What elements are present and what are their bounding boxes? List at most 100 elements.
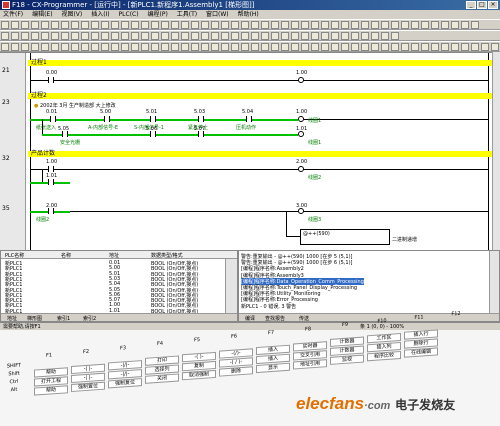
- toolbar-button[interactable]: [461, 21, 469, 29]
- toolbar-button[interactable]: [361, 21, 369, 29]
- toolbar-button[interactable]: [241, 43, 249, 51]
- toolbar-button[interactable]: [11, 32, 19, 40]
- contact[interactable]: [48, 166, 54, 172]
- toolbar-button[interactable]: [381, 21, 389, 29]
- toolbar-button[interactable]: [241, 32, 249, 40]
- toolbar-button[interactable]: [341, 32, 349, 40]
- column-header[interactable]: 地址: [109, 252, 119, 259]
- menu-plc[interactable]: PLC(C): [119, 11, 139, 18]
- toolbar-button[interactable]: [31, 43, 39, 51]
- toolbar-button[interactable]: [471, 43, 479, 51]
- toolbar-button[interactable]: [101, 32, 109, 40]
- toolbar-button[interactable]: [271, 32, 279, 40]
- toolbar-button[interactable]: [61, 21, 69, 29]
- ladder-editor[interactable]: 21 23 32 35 过程1 0.00 1.00 过程2 ● 2002年 3月…: [0, 52, 500, 251]
- toolbar-button[interactable]: [391, 43, 399, 51]
- close-button[interactable]: ×: [488, 1, 498, 9]
- toolbar-button[interactable]: [131, 32, 139, 40]
- toolbar-button[interactable]: [51, 21, 59, 29]
- toolbar-button[interactable]: [211, 43, 219, 51]
- toolbar-button[interactable]: [31, 32, 39, 40]
- toolbar-button[interactable]: [121, 21, 129, 29]
- toolbar-button[interactable]: [61, 32, 69, 40]
- toolbar-button[interactable]: [161, 43, 169, 51]
- menu-tools[interactable]: 工具(T): [177, 11, 197, 18]
- toolbar-button[interactable]: [21, 43, 29, 51]
- toolbar-button[interactable]: [221, 21, 229, 29]
- toolbar-button[interactable]: [481, 43, 489, 51]
- toolbar-button[interactable]: [451, 21, 459, 29]
- toolbar-button[interactable]: [91, 43, 99, 51]
- toolbar-button[interactable]: [421, 43, 429, 51]
- table-row[interactable]: 新PLC1 5.04 BOOL (On/Off,接点): [1, 281, 223, 288]
- tab-index-2[interactable]: 索引2: [83, 315, 96, 322]
- toolbar-button[interactable]: [141, 21, 149, 29]
- toolbar-button[interactable]: [111, 32, 119, 40]
- toolbar-button[interactable]: [181, 43, 189, 51]
- toolbar-button[interactable]: [251, 21, 259, 29]
- output-coil[interactable]: [298, 166, 304, 172]
- toolbar-button[interactable]: [321, 21, 329, 29]
- contact[interactable]: [198, 116, 204, 122]
- toolbar-button[interactable]: [331, 43, 339, 51]
- toolbar-button[interactable]: [361, 43, 369, 51]
- menu-file[interactable]: 文件(F): [3, 11, 23, 18]
- toolbar-button[interactable]: [431, 43, 439, 51]
- toolbar-button[interactable]: [81, 32, 89, 40]
- table-row[interactable]: 新PLC1 1.01 BOOL (On/Off,接点): [1, 308, 223, 315]
- contact[interactable]: [150, 116, 156, 122]
- toolbar-button[interactable]: [281, 32, 289, 40]
- contact[interactable]: [104, 116, 110, 122]
- toolbar-button[interactable]: [311, 43, 319, 51]
- toolbar-button[interactable]: [351, 43, 359, 51]
- toolbar-button[interactable]: [21, 21, 29, 29]
- toolbar-button[interactable]: [121, 43, 129, 51]
- toolbar-button[interactable]: [351, 32, 359, 40]
- toolbar-button[interactable]: [231, 43, 239, 51]
- table-row[interactable]: 新PLC1 5.07 BOOL (On/Off,接点): [1, 297, 223, 304]
- toolbar-button[interactable]: [191, 21, 199, 29]
- table-row[interactable]: 新PLC1 5.05 BOOL (On/Off,接点): [1, 287, 223, 294]
- toolbar-button[interactable]: [121, 32, 129, 40]
- toolbar-button[interactable]: [161, 32, 169, 40]
- toolbar-button[interactable]: [111, 21, 119, 29]
- toolbar-button[interactable]: [301, 43, 309, 51]
- toolbar-button[interactable]: [91, 21, 99, 29]
- toolbar-button[interactable]: [271, 21, 279, 29]
- toolbar-button[interactable]: [311, 32, 319, 40]
- editor-vertical-scrollbar[interactable]: [492, 52, 500, 250]
- toolbar-button[interactable]: [201, 43, 209, 51]
- table-row[interactable]: 新PLC1 1.00 BOOL (On/Off,接点): [1, 302, 223, 309]
- toolbar-button[interactable]: [131, 43, 139, 51]
- contact[interactable]: [50, 116, 56, 122]
- toolbar-button[interactable]: [151, 21, 159, 29]
- menu-view[interactable]: 视图(V): [61, 11, 82, 18]
- toolbar-button[interactable]: [141, 32, 149, 40]
- toolbar-button[interactable]: [71, 21, 79, 29]
- toolbar-button[interactable]: [51, 43, 59, 51]
- toolbar-button[interactable]: [371, 21, 379, 29]
- menu-edit[interactable]: 编辑(E): [32, 11, 52, 18]
- menu-program[interactable]: 编程(P): [148, 11, 168, 18]
- toolbar-button[interactable]: [201, 32, 209, 40]
- toolbar-button[interactable]: [1, 32, 9, 40]
- toolbar-button[interactable]: [191, 43, 199, 51]
- toolbar-button[interactable]: [81, 21, 89, 29]
- toolbar-button[interactable]: [441, 43, 449, 51]
- toolbar-button[interactable]: [241, 21, 249, 29]
- toolbar-button[interactable]: [301, 21, 309, 29]
- toolbar-button[interactable]: [371, 43, 379, 51]
- toolbar-button[interactable]: [71, 43, 79, 51]
- toolbar-button[interactable]: [461, 43, 469, 51]
- toolbar-button[interactable]: [331, 32, 339, 40]
- toolbar-button[interactable]: [101, 43, 109, 51]
- toolbar-button[interactable]: [291, 43, 299, 51]
- tab-index-1[interactable]: 索引1: [57, 315, 70, 322]
- toolbar-button[interactable]: [441, 21, 449, 29]
- toolbar-button[interactable]: [341, 21, 349, 29]
- toolbar-button[interactable]: [331, 21, 339, 29]
- table-row[interactable]: 新PLC1 0.01 BOOL (On/Off,接点): [1, 260, 223, 267]
- toolbar-button[interactable]: [261, 43, 269, 51]
- toolbar-button[interactable]: [221, 32, 229, 40]
- symbol-table-scrollbar[interactable]: [225, 259, 237, 313]
